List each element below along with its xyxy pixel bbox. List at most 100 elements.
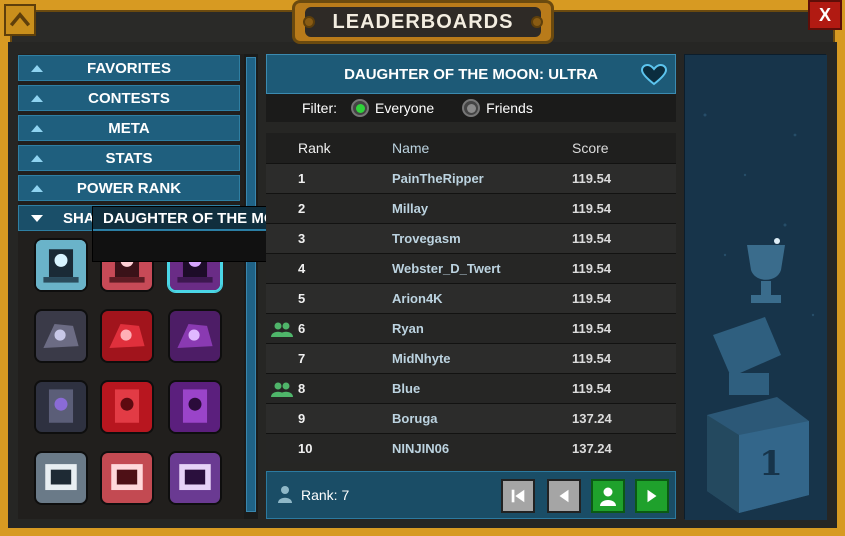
table-row[interactable]: 9 Boruga 137.24 xyxy=(266,403,676,433)
sidebar-scrollbar-thumb[interactable] xyxy=(246,57,256,512)
filter-label: Filter: xyxy=(302,100,337,116)
filter-everyone-label[interactable]: Everyone xyxy=(375,100,434,116)
player-icon xyxy=(278,486,292,503)
column-header-name: Name xyxy=(392,140,430,156)
table-header: Rank Name Score xyxy=(266,133,676,163)
radio-dot-icon xyxy=(466,103,476,113)
arrow-right-icon xyxy=(647,489,657,503)
table-row[interactable]: 7 MidNhyte 119.54 xyxy=(266,343,676,373)
table-row[interactable]: 1 PainTheRipper 119.54 xyxy=(266,163,676,193)
chevron-up-icon xyxy=(31,185,43,192)
row-score: 119.54 xyxy=(572,321,612,336)
category-label: META xyxy=(108,119,150,137)
filter-row: Filter: Everyone Friends xyxy=(266,94,676,122)
row-name[interactable]: PainTheRipper xyxy=(392,171,572,186)
table-row[interactable]: 8 Blue 119.54 xyxy=(266,373,676,403)
column-header-rank: Rank xyxy=(298,140,331,156)
trophy-panel: 1 xyxy=(684,54,827,520)
chevron-down-icon xyxy=(31,215,43,222)
row-name[interactable]: Webster_D_Twert xyxy=(392,261,572,276)
category-label: CONTESTS xyxy=(88,89,170,107)
friends-icon xyxy=(266,321,298,337)
row-rank: 9 xyxy=(298,411,306,426)
heart-icon[interactable] xyxy=(641,64,667,86)
row-score: 119.54 xyxy=(572,351,612,366)
rivet-icon xyxy=(303,16,315,28)
row-score: 119.54 xyxy=(572,231,612,246)
table-row[interactable]: 2 Millay 119.54 xyxy=(266,193,676,223)
row-name[interactable]: Millay xyxy=(392,201,572,216)
category-meta[interactable]: META xyxy=(18,115,240,141)
table-body: 1 PainTheRipper 119.54 2 Millay 119.54 3 Troveg… xyxy=(266,163,676,463)
prev-page-button[interactable] xyxy=(547,479,581,513)
my-rank: Rank: 7 xyxy=(301,487,349,503)
row-rank: 8 xyxy=(298,381,306,396)
table-row[interactable]: 10 NINJIN06 137.24 xyxy=(266,433,676,463)
table-row[interactable]: 5 Arion4K 119.54 xyxy=(266,283,676,313)
table-row[interactable]: 3 Trovegasm 119.54 xyxy=(266,223,676,253)
row-rank: 6 xyxy=(298,321,306,336)
category-label: SHA xyxy=(63,209,95,227)
row-score: 119.54 xyxy=(572,261,612,276)
table-row[interactable]: 4 Webster_D_Twert 119.54 xyxy=(266,253,676,283)
filter-friends-radio[interactable] xyxy=(462,99,481,117)
row-name[interactable]: Ryan xyxy=(392,321,572,336)
column-header-score: Score xyxy=(572,140,609,156)
row-name[interactable]: Blue xyxy=(392,381,572,396)
boss-icon-white[interactable] xyxy=(34,451,88,505)
window-title: LEADERBOARDS xyxy=(305,7,541,37)
row-name[interactable]: MidNhyte xyxy=(392,351,572,366)
table-row[interactable]: 6 Ryan 119.54 xyxy=(266,313,676,343)
boss-icon-purple[interactable] xyxy=(168,380,222,434)
filter-everyone-radio[interactable] xyxy=(351,99,369,117)
category-contests[interactable]: CONTESTS xyxy=(18,85,240,111)
title-plate: LEADERBOARDS xyxy=(292,0,554,44)
boss-icon-teal[interactable] xyxy=(34,238,88,292)
row-name[interactable]: Boruga xyxy=(392,411,572,426)
boss-icon-red[interactable] xyxy=(100,380,154,434)
row-score: 119.54 xyxy=(572,201,612,216)
my-rank-value: 7 xyxy=(341,487,350,503)
row-name[interactable]: NINJIN06 xyxy=(392,441,572,456)
radio-dot-icon xyxy=(355,103,365,113)
row-rank: 7 xyxy=(298,351,306,366)
category-favorites[interactable]: FAVORITES xyxy=(18,55,240,81)
chevron-up-icon xyxy=(31,65,43,72)
friends-icon xyxy=(266,381,298,397)
place-number: 1 xyxy=(759,444,783,484)
row-rank: 3 xyxy=(298,231,306,246)
close-button[interactable]: X xyxy=(808,0,842,30)
boss-icon-purple[interactable] xyxy=(168,451,222,505)
category-stats[interactable]: STATS xyxy=(18,145,240,171)
collapse-icon[interactable] xyxy=(4,4,36,36)
category-power-rank[interactable]: POWER RANK xyxy=(18,175,240,201)
boss-icon-red[interactable] xyxy=(100,451,154,505)
player-icon xyxy=(600,487,616,506)
filter-friends-label[interactable]: Friends xyxy=(486,100,533,116)
row-name[interactable]: Arion4K xyxy=(392,291,572,306)
row-score: 119.54 xyxy=(572,171,612,186)
row-score: 137.24 xyxy=(572,441,612,456)
category-sidebar: FAVORITES CONTESTS META STATS POWER RANK… xyxy=(18,54,258,519)
first-page-button[interactable] xyxy=(501,479,535,513)
chevron-up-icon xyxy=(31,155,43,162)
boss-icon-purple[interactable] xyxy=(168,309,222,363)
row-rank: 4 xyxy=(298,261,306,276)
boss-icon-dark[interactable] xyxy=(34,309,88,363)
row-name[interactable]: Trovegasm xyxy=(392,231,572,246)
leaderboard-table: Rank Name Score 1 PainTheRipper 119.54 2 Mil… xyxy=(266,133,676,463)
boss-icon-dark[interactable] xyxy=(34,380,88,434)
next-page-button[interactable] xyxy=(635,479,669,513)
row-rank: 2 xyxy=(298,201,306,216)
category-label: FAVORITES xyxy=(87,59,171,77)
my-rank-button[interactable] xyxy=(591,479,625,513)
chevron-up-icon xyxy=(31,125,43,132)
arrow-left-icon xyxy=(559,489,569,503)
trophy-illustration: 1 xyxy=(685,55,827,520)
boss-icon-red[interactable] xyxy=(100,309,154,363)
row-score: 119.54 xyxy=(572,381,612,396)
row-rank: 10 xyxy=(298,441,313,456)
row-rank: 5 xyxy=(298,291,306,306)
rivet-icon xyxy=(531,16,543,28)
pagination-bar: Rank: 7 xyxy=(266,471,676,519)
